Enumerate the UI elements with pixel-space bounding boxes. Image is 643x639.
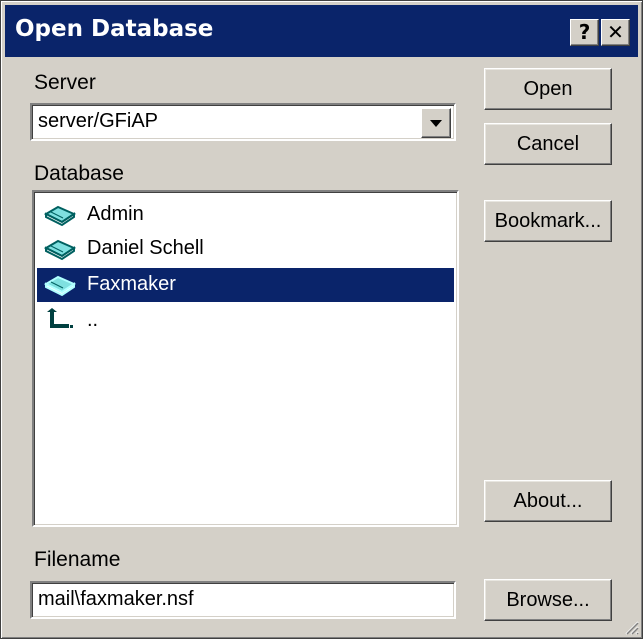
database-label: Database xyxy=(34,162,124,185)
cancel-button[interactable]: Cancel xyxy=(484,123,612,165)
open-button[interactable]: Open xyxy=(484,68,612,110)
list-item[interactable]: .. xyxy=(37,304,454,338)
item-label: .. xyxy=(87,309,99,331)
item-label: Faxmaker xyxy=(87,273,176,295)
list-item[interactable]: Admin xyxy=(37,198,454,232)
server-label: Server xyxy=(34,71,96,94)
item-label: Admin xyxy=(87,203,144,225)
filename-value: mail\faxmaker.nsf xyxy=(38,588,194,610)
open-database-dialog: Open Database ? ✕ Server server/GFiAP Da… xyxy=(0,0,643,639)
database-book-icon xyxy=(43,275,77,297)
chevron-down-icon[interactable] xyxy=(421,108,451,138)
help-button[interactable]: ? xyxy=(570,19,599,46)
filename-label: Filename xyxy=(34,548,121,571)
about-button[interactable]: About... xyxy=(484,480,612,522)
title-bar[interactable]: Open Database ? ✕ xyxy=(5,5,638,57)
resize-grip-icon[interactable] xyxy=(621,617,639,635)
parent-directory-icon xyxy=(47,308,73,328)
item-label: Daniel Schell xyxy=(87,237,204,259)
list-item-selected[interactable]: Faxmaker xyxy=(37,268,454,302)
server-value: server/GFiAP xyxy=(38,110,159,132)
window-title: Open Database xyxy=(15,16,214,42)
database-book-icon xyxy=(43,205,77,227)
browse-button[interactable]: Browse... xyxy=(484,579,612,621)
close-button[interactable]: ✕ xyxy=(601,19,630,46)
server-combobox[interactable]: server/GFiAP xyxy=(30,103,456,141)
database-book-icon xyxy=(43,239,77,261)
database-list[interactable]: Admin Daniel Schell Faxmaker .. xyxy=(32,190,459,527)
filename-field[interactable]: mail\faxmaker.nsf xyxy=(30,581,456,619)
list-item[interactable]: Daniel Schell xyxy=(37,232,454,266)
bookmark-button[interactable]: Bookmark... xyxy=(484,200,612,242)
